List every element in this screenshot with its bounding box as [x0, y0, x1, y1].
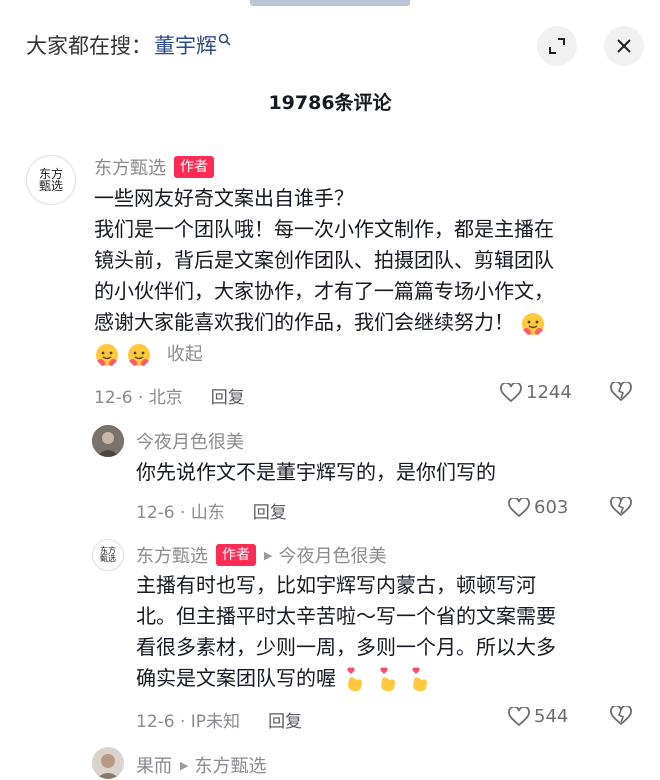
reply-button[interactable]: 回复	[211, 383, 245, 408]
like-count: 544	[534, 706, 569, 727]
comment-date-location: 12-6 · 北京	[94, 388, 183, 408]
reply-button[interactable]: 回复	[268, 707, 302, 732]
comment-line: 感谢大家能喜欢我们的作品，我们会继续努力！	[94, 310, 514, 334]
broken-heart-icon	[610, 704, 632, 726]
finger-heart-icon	[347, 666, 363, 691]
comment-meta: 12-6 · 山东 回复	[136, 498, 287, 523]
comment-count-title: 19786条评论	[268, 92, 392, 114]
like-button[interactable]: 544	[508, 706, 568, 727]
comment-line: 主播有时也写，比如宇辉写内蒙古，顿顿写河	[136, 573, 536, 597]
search-icon	[218, 33, 231, 50]
heart-icon	[500, 382, 522, 402]
comment-line: 北。但主播平时太辛苦啦～写一个省的文案需要	[136, 604, 556, 628]
comment-line: 我们是一个团队哦！每一次小作文制作，都是主播在	[94, 217, 554, 241]
comment-username[interactable]: 果而	[136, 752, 172, 778]
hug-emoji-icon	[96, 343, 118, 366]
broken-heart-icon	[610, 495, 632, 517]
comment-author-row: 东方甄选 作者 ▶ 今夜月色很美	[136, 542, 386, 568]
comment-author-row: 果而 ▶ 东方甄选	[136, 752, 266, 778]
comment-line: 你先说作文不是董宇辉写的，是你们写的	[136, 460, 496, 484]
dislike-button[interactable]	[610, 495, 632, 521]
comment-text: 主播有时也写，比如宇辉写内蒙古，顿顿写河 北。但主播平时太辛苦啦～写一个省的文案…	[136, 570, 636, 694]
comment-date-location: 12-6 · IP未知	[136, 712, 241, 732]
like-count: 1244	[526, 382, 572, 403]
reply-to-username[interactable]: 今夜月色很美	[278, 542, 386, 568]
finger-heart-icon	[412, 666, 428, 691]
comment-text: 一些网友好奇文案出自谁手？ 我们是一个团队哦！每一次小作文制作，都是主播在 镜头…	[94, 183, 634, 370]
collapse-button[interactable]: 收起	[167, 344, 203, 365]
comment-line: 镜头前，背后是文案创作团队、拍摄团队、剪辑团队	[94, 248, 554, 272]
comment-date-location: 12-6 · 山东	[136, 503, 225, 523]
comment-line: 一些网友好奇文案出自谁手？	[94, 186, 354, 210]
comment-text: 你先说作文不是董宇辉写的，是你们写的	[136, 457, 636, 488]
like-button[interactable]: 603	[508, 497, 568, 518]
like-count: 603	[534, 497, 569, 518]
avatar[interactable]	[92, 425, 124, 457]
search-hint-keyword[interactable]: 董宇辉	[154, 30, 217, 60]
trending-search-hint[interactable]: 大家都在搜： 董宇辉	[26, 30, 231, 60]
avatar-logo-text: 东方甄选	[38, 167, 63, 193]
comment-author-row: 东方甄选 作者	[94, 154, 214, 180]
avatar[interactable]: 东方甄选	[26, 155, 76, 205]
broken-heart-icon	[610, 380, 632, 402]
expand-icon	[549, 38, 565, 54]
finger-heart-icon	[380, 666, 395, 691]
close-icon	[617, 39, 631, 53]
avatar[interactable]: 东方甄选	[92, 539, 124, 571]
dislike-button[interactable]	[610, 380, 632, 406]
comment-line-with-emoji: 感谢大家能喜欢我们的作品，我们会继续努力！	[94, 307, 634, 338]
comment-line: 确实是文案团队写的喔	[136, 666, 336, 690]
heart-icon	[508, 706, 530, 726]
comment-line: 看很多素材，少则一周，多则一个月。所以大多	[136, 635, 556, 659]
comment-meta: 12-6 · 北京 回复	[94, 383, 245, 408]
comment-username[interactable]: 东方甄选	[94, 154, 166, 180]
hug-emoji-icon	[128, 343, 151, 366]
comment-line: 的小伙伴们，大家协作，才有了一篇篇专场小作文，	[94, 279, 554, 303]
close-button[interactable]	[604, 26, 644, 66]
avatar-logo-text: 东方甄选	[100, 546, 116, 563]
reply-to-username[interactable]: 东方甄选	[194, 752, 266, 778]
like-button[interactable]: 1244	[500, 382, 572, 403]
author-badge: 作者	[174, 156, 214, 178]
author-badge: 作者	[216, 544, 256, 566]
reply-button[interactable]: 回复	[253, 498, 287, 523]
comment-author-row: 今夜月色很美	[136, 428, 244, 454]
avatar-photo	[92, 425, 124, 457]
expand-button[interactable]	[537, 26, 577, 66]
comment-username[interactable]: 今夜月色很美	[136, 428, 244, 454]
comment-username[interactable]: 东方甄选	[136, 542, 208, 568]
dislike-button[interactable]	[610, 704, 632, 730]
hug-emoji-icon	[522, 312, 545, 335]
avatar-photo	[92, 747, 124, 779]
comment-emoji-row: 收起	[94, 338, 634, 370]
search-hint-prefix: 大家都在搜：	[26, 34, 152, 58]
heart-icon	[508, 497, 530, 517]
comment-line-with-emoji: 确实是文案团队写的喔	[136, 663, 636, 694]
reply-arrow-icon: ▶	[180, 758, 189, 772]
avatar[interactable]	[92, 747, 124, 779]
comment-panel-header: 大家都在搜： 董宇辉	[0, 0, 660, 82]
comment-meta: 12-6 · IP未知 回复	[136, 707, 302, 732]
reply-arrow-icon: ▶	[264, 548, 273, 562]
